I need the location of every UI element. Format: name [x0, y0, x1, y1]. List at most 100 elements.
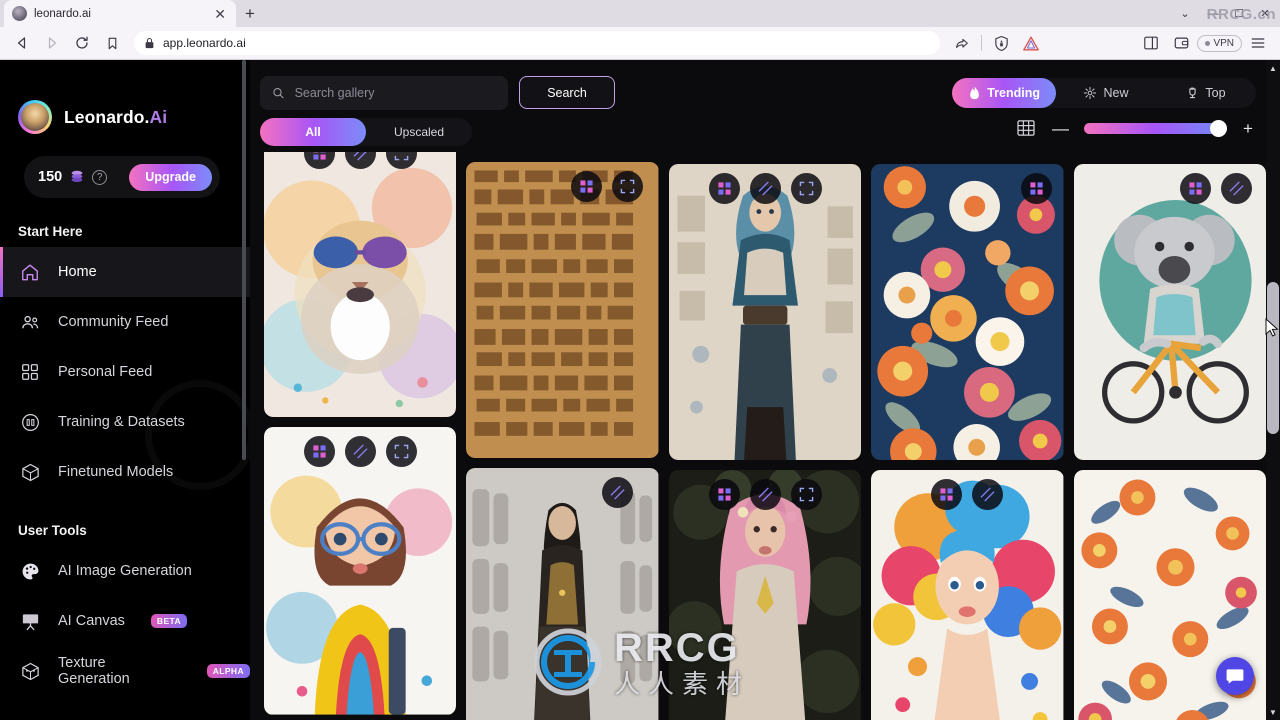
upscale-icon[interactable] — [972, 479, 1004, 510]
sidebar-item-texture-generation[interactable]: Texture Generation ALPHA — [0, 646, 250, 696]
browser-tab-leonardo[interactable]: leonardo.ai ✕ — [4, 0, 236, 27]
gallery-card-koala-riding-bicycle[interactable] — [1073, 164, 1267, 460]
upscale-icon[interactable] — [344, 152, 376, 169]
gallery-card-girl-glasses-rainbow-hoodie[interactable] — [264, 427, 457, 715]
sidebar-item-label: Texture Generation — [58, 655, 130, 687]
gallery-card-colorful-lion-sunglasses[interactable] — [264, 152, 457, 418]
share-icon[interactable] — [948, 30, 976, 56]
brand-header[interactable]: Leonardo.Ai — [0, 60, 250, 134]
upscale-icon[interactable] — [344, 436, 376, 468]
credits-panel: 150 ? Upgrade — [24, 156, 220, 198]
tab-label: New — [1103, 86, 1129, 100]
card-image — [264, 152, 457, 418]
tab-strip: leonardo.ai ✕ + ⌄ — ☐ ✕ — [0, 0, 1280, 27]
search-input[interactable] — [294, 86, 496, 100]
expand-icon[interactable] — [385, 152, 417, 169]
zoom-slider[interactable] — [1084, 119, 1227, 137]
expand-icon[interactable] — [790, 173, 822, 204]
gallery-column — [466, 152, 659, 720]
wallet-icon[interactable] — [1167, 30, 1195, 56]
upscale-icon[interactable] — [749, 173, 781, 204]
close-icon[interactable]: ✕ — [212, 7, 228, 21]
remix-icon[interactable] — [708, 173, 740, 204]
tab-all[interactable]: All — [260, 118, 366, 146]
tab-label: Trending — [987, 86, 1040, 100]
sidebar-item-ai-canvas[interactable]: AI Canvas BETA — [0, 596, 250, 646]
sidebar-item-training-datasets[interactable]: Training & Datasets — [0, 397, 250, 447]
tab-upscaled[interactable]: Upscaled — [366, 118, 472, 146]
gallery-card-egyptian-hieroglyphs-papyrus[interactable] — [466, 162, 659, 458]
remix-icon[interactable] — [1180, 173, 1212, 204]
tab-new[interactable]: New — [1056, 78, 1156, 108]
address-bar[interactable]: app.leonardo.ai — [134, 31, 941, 55]
training-datasets-icon — [19, 411, 41, 433]
sidebar-item-community-feed[interactable]: Community Feed — [0, 297, 250, 347]
image-gallery — [250, 152, 1280, 720]
remix-icon[interactable] — [303, 436, 335, 468]
sidebar-item-ai-image-generation[interactable]: AI Image Generation — [0, 546, 250, 596]
maximize-button[interactable]: ☐ — [1226, 0, 1252, 27]
card-action-overlay — [466, 171, 658, 202]
personal-feed-icon — [19, 361, 41, 383]
brave-shields-icon[interactable] — [987, 30, 1015, 56]
tab-top[interactable]: Top — [1156, 78, 1256, 108]
zoom-out-button[interactable]: — — [1052, 120, 1069, 137]
reload-icon[interactable] — [68, 30, 96, 56]
minimize-button[interactable]: — — [1200, 0, 1226, 27]
sidebar-item-home[interactable]: Home — [0, 247, 250, 297]
vpn-button[interactable]: VPN — [1197, 34, 1242, 52]
gallery-card-orange-blue-floral-pattern[interactable] — [871, 164, 1064, 460]
zoom-in-button[interactable]: + — [1240, 120, 1256, 137]
grid-layout-icon[interactable] — [1016, 118, 1036, 138]
sidebar-item-personal-feed[interactable]: Personal Feed — [0, 347, 250, 397]
remix-icon[interactable] — [570, 171, 602, 202]
zoom-slider-knob[interactable] — [1210, 119, 1227, 137]
window-close-button[interactable]: ✕ — [1252, 0, 1278, 27]
back-icon[interactable] — [8, 30, 36, 56]
remix-icon[interactable] — [708, 479, 740, 510]
remix-icon[interactable] — [931, 479, 963, 510]
sidebar-item-label: Training & Datasets — [58, 414, 185, 430]
remix-icon[interactable] — [1020, 173, 1052, 204]
sidebar-icon[interactable] — [1137, 30, 1165, 56]
vpn-label: VPN — [1213, 37, 1234, 49]
brave-leo-icon[interactable] — [1017, 30, 1045, 56]
main-scrollbar[interactable]: ▲ ▼ — [1266, 60, 1280, 720]
gallery-card-candy-hair-portrait[interactable] — [871, 470, 1064, 720]
sidebar-scrollbar[interactable] — [242, 60, 248, 720]
gallery-card-blue-haired-warrior-woman[interactable] — [668, 164, 862, 460]
hamburger-menu-icon[interactable] — [1244, 30, 1272, 56]
intercom-chat-icon[interactable] — [1216, 657, 1254, 695]
cube-icon — [19, 461, 41, 483]
main-content: Search All Upscaled Trending New — [250, 60, 1280, 720]
expand-icon[interactable] — [790, 479, 822, 510]
card-image — [668, 164, 862, 460]
upscale-icon[interactable] — [601, 477, 633, 508]
masonry-grid — [264, 152, 1267, 720]
search-button[interactable]: Search — [519, 76, 615, 109]
gallery-card-dark-fantasy-woman-character-sheet[interactable] — [466, 468, 659, 720]
main-scrollbar-thumb[interactable] — [1267, 282, 1279, 434]
expand-icon[interactable] — [385, 436, 417, 468]
upgrade-button[interactable]: Upgrade — [129, 163, 212, 191]
card-image — [264, 427, 457, 715]
expand-icon[interactable] — [611, 171, 643, 202]
chevron-down-icon[interactable]: ⌄ — [1170, 0, 1200, 27]
sidebar-scrollbar-thumb[interactable] — [242, 60, 246, 460]
gallery-card-pink-haired-forest-elf[interactable] — [668, 470, 862, 720]
help-circle-icon[interactable]: ? — [92, 169, 108, 185]
search-box[interactable] — [260, 76, 508, 110]
leonardo-app: Leonardo.Ai 150 ? Upgrade Start Here Hom… — [0, 60, 1280, 720]
upscale-icon[interactable] — [1221, 173, 1253, 204]
tab-trending[interactable]: Trending — [952, 78, 1056, 108]
sidebar-item-finetuned-models[interactable]: Finetuned Models — [0, 447, 250, 497]
scroll-up-arrow-icon[interactable]: ▲ — [1266, 60, 1280, 76]
tab-label: Top — [1205, 86, 1226, 100]
flame-icon — [970, 86, 980, 100]
remix-icon[interactable] — [303, 152, 335, 169]
sidebar-section-title-start-here: Start Here — [18, 224, 83, 239]
new-tab-button[interactable]: + — [236, 0, 264, 27]
scroll-down-arrow-icon[interactable]: ▼ — [1266, 704, 1280, 720]
upscale-icon[interactable] — [749, 479, 781, 510]
bookmark-icon[interactable] — [98, 30, 126, 56]
